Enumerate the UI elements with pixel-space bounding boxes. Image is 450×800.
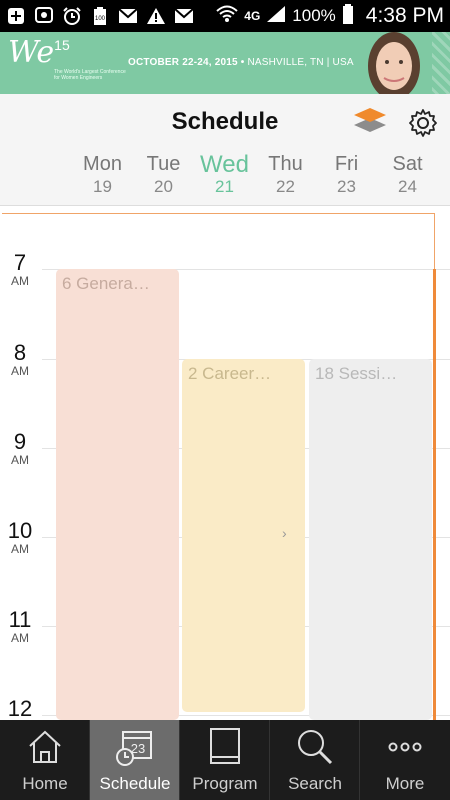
day-sat[interactable]: Sat 24 <box>377 152 438 206</box>
day-number: 24 <box>398 177 417 196</box>
tab-more[interactable]: More <box>360 720 450 800</box>
banner-logo: We15 <box>8 38 70 68</box>
gear-icon <box>409 109 437 137</box>
battery-saver-icon: 100 <box>90 6 110 26</box>
banner-subtitle: The World's Largest Conference for Women… <box>54 69 126 81</box>
banner-dates: OCTOBER 22-24, 2015 • NASHVILLE, TN | US… <box>128 57 354 68</box>
hour-number: 7 <box>13 250 27 275</box>
tab-search[interactable]: Search <box>270 720 360 800</box>
svg-text:100: 100 <box>95 16 106 22</box>
tab-label: Program <box>192 774 258 793</box>
day-thu[interactable]: Thu 22 <box>255 152 316 206</box>
status-bar: 100 4G 100% 4:38 PM <box>0 0 450 32</box>
day-name: Tue <box>146 153 181 175</box>
battery-icon <box>342 3 354 30</box>
current-time-line <box>2 213 435 214</box>
signal-icon <box>266 5 286 28</box>
tab-label: Search <box>288 774 342 793</box>
logo-year: 15 <box>54 37 70 53</box>
hour-ampm: AM <box>11 364 29 378</box>
hour-label: 8 AM <box>0 340 40 379</box>
gmail-icon <box>118 6 138 26</box>
battery-percent: 100% <box>292 6 336 25</box>
search-icon <box>295 726 335 768</box>
hour-number: 9 <box>13 429 27 454</box>
warning-icon <box>146 6 166 26</box>
day-wed-selected[interactable]: Wed 21 <box>194 152 255 206</box>
schedule-header: Schedule Mon 19 Tue 20 Wed 21 Thu 22 Fri… <box>0 94 450 206</box>
gmail-icon <box>174 6 194 26</box>
day-number: 20 <box>154 177 173 196</box>
hour-number: 8 <box>13 340 27 365</box>
messenger-icon <box>34 6 54 26</box>
banner-location: NASHVILLE, TN | USA <box>247 57 354 68</box>
wifi-icon <box>216 5 238 28</box>
layers-button[interactable] <box>350 104 390 136</box>
more-icon <box>385 726 425 768</box>
day-mon[interactable]: Mon 19 <box>72 152 133 206</box>
hour-ampm: AM <box>11 542 29 556</box>
day-tue[interactable]: Tue 20 <box>133 152 194 206</box>
tab-schedule[interactable]: 23 Schedule <box>90 720 180 800</box>
hour-ampm: AM <box>11 274 29 288</box>
conference-banner[interactable]: We15 The World's Largest Conference for … <box>0 32 450 94</box>
day-number: 23 <box>337 177 356 196</box>
banner-photo <box>356 32 432 94</box>
hour-label: 9 AM <box>0 429 40 468</box>
calendar-icon: 23 <box>115 726 155 768</box>
event-general-sessions[interactable]: 6 Genera… <box>56 269 179 720</box>
hour-label: 10 AM <box>0 518 40 557</box>
hour-label: 11 AM <box>0 607 40 646</box>
hour-number: 11 <box>8 607 32 632</box>
book-icon <box>205 726 245 768</box>
tab-label: More <box>385 774 425 793</box>
banner-date-text: OCTOBER 22-24, 2015 <box>128 57 238 68</box>
tab-program[interactable]: Program <box>180 720 270 800</box>
day-number: 19 <box>93 177 112 196</box>
settings-button[interactable] <box>406 106 440 140</box>
tab-label: Schedule <box>99 774 171 793</box>
day-number: 22 <box>276 177 295 196</box>
system-status: 4G 100% 4:38 PM <box>216 0 444 32</box>
alarm-icon <box>62 6 82 26</box>
hour-number: 12 <box>7 696 33 720</box>
day-fri[interactable]: Fri 23 <box>316 152 377 206</box>
day-number: 21 <box>215 177 234 196</box>
tab-home[interactable]: Home <box>0 720 90 800</box>
bottom-tab-bar: Home 23 Schedule Program Search More <box>0 720 450 800</box>
hour-ampm: AM <box>11 453 29 467</box>
day-selector: Mon 19 Tue 20 Wed 21 Thu 22 Fri 23 Sat 2… <box>72 152 450 206</box>
hour-number: 10 <box>7 518 33 543</box>
hour-ampm: AM <box>11 631 29 645</box>
home-icon <box>25 726 65 768</box>
schedule-grid[interactable]: 7 AM 8 AM 9 AM 10 AM 11 AM 12 6 Genera… … <box>0 207 450 720</box>
event-sessions[interactable]: 18 Sessi… <box>309 359 432 720</box>
day-name: Wed <box>200 151 249 178</box>
current-time-indicator <box>433 269 436 720</box>
current-time-edge <box>434 213 435 269</box>
clock: 4:38 PM <box>365 4 444 27</box>
day-name: Sat <box>392 153 423 175</box>
hour-label: 7 AM <box>0 250 40 289</box>
tab-label: Home <box>22 774 68 793</box>
network-4g-icon: 4G <box>244 9 261 23</box>
logo-text: We <box>8 35 55 70</box>
layers-icon <box>354 108 386 132</box>
hour-label: 12 <box>0 698 40 720</box>
add-icon <box>6 6 26 26</box>
chevron-right-icon: › <box>282 525 287 541</box>
notification-icons: 100 <box>0 6 194 26</box>
day-name: Fri <box>334 153 359 175</box>
day-name: Mon <box>83 153 122 175</box>
day-name: Thu <box>268 153 303 175</box>
